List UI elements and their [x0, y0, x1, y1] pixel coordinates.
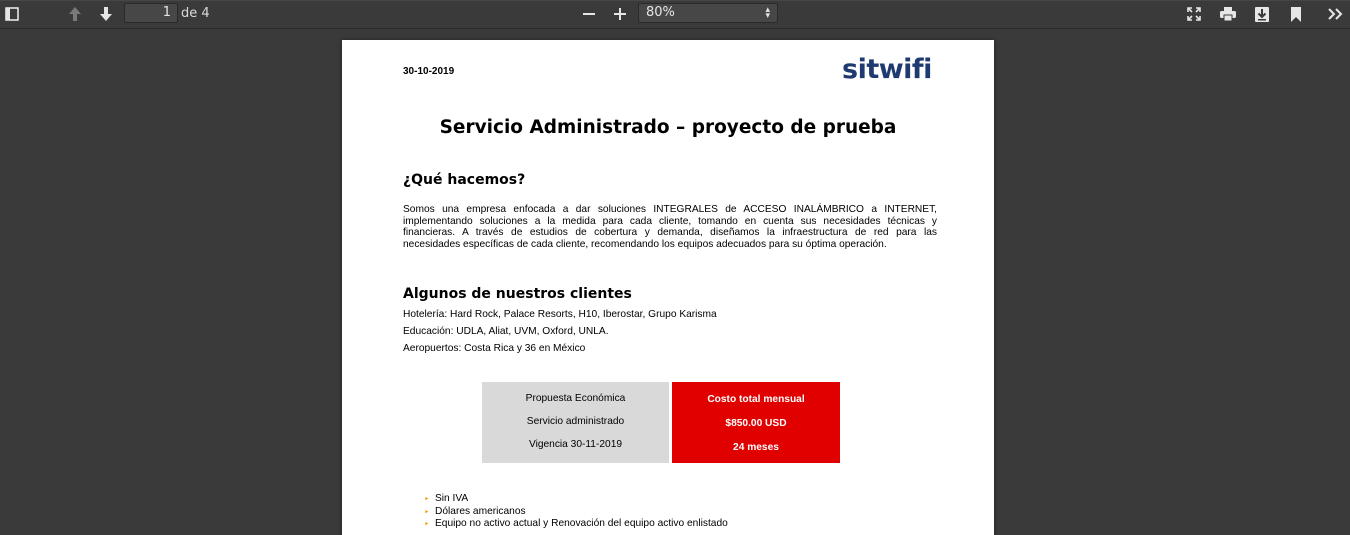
list-item-text: Dólares americanos	[435, 505, 526, 517]
list-item: ‣ Dólares americanos	[424, 506, 728, 519]
sidebar-toggle-icon	[5, 7, 19, 21]
chevron-updown-icon: ▴ ▾	[765, 5, 770, 21]
paragraph-line: Somos una empresa enfocada a dar solucio…	[403, 204, 937, 215]
cost-term: 24 meses	[733, 442, 779, 453]
bullet-arrow-icon: ‣	[424, 506, 430, 517]
download-icon	[1255, 6, 1269, 22]
tools-button[interactable]	[1324, 3, 1348, 25]
print-button[interactable]	[1216, 3, 1240, 25]
clients-hoteleria: Hotelería: Hard Rock, Palace Resorts, H1…	[403, 309, 717, 320]
zoom-in-button[interactable]	[608, 3, 632, 25]
previous-page-icon	[67, 6, 83, 22]
bullet-arrow-icon: ‣	[424, 519, 430, 529]
proposal-box: Propuesta Económica Servicio administrad…	[482, 382, 669, 463]
pdf-page: 30-10-2019 sitwifi Servicio Administrado…	[342, 40, 994, 535]
download-button[interactable]	[1250, 3, 1274, 25]
list-item-text: Sin IVA	[435, 493, 469, 504]
page-number-input[interactable]: 1	[124, 3, 178, 23]
zoom-out-icon	[583, 8, 595, 20]
section-paragraph-what-we-do: Somos una empresa enfocada a dar solucio…	[403, 204, 937, 250]
zoom-select[interactable]: 80% ▴ ▾	[638, 3, 778, 23]
document-date: 30-10-2019	[403, 66, 455, 77]
bullet-arrow-icon: ‣	[424, 494, 430, 504]
paragraph-line: necesidades específicas de cada cliente,…	[403, 238, 887, 250]
print-icon	[1220, 7, 1236, 21]
zoom-in-icon	[614, 8, 626, 20]
proposal-service: Servicio administrado	[526, 416, 625, 427]
clients-aeropuertos: Aeropuertos: Costa Rica y 36 en México	[403, 343, 586, 354]
document-title: Servicio Administrado – proyecto de prue…	[439, 117, 897, 138]
notes-list: ‣ Sin IVA ‣ Dólares americanos ‣ Equipo …	[424, 493, 728, 531]
zoom-value: 80%	[646, 5, 675, 20]
zoom-out-button[interactable]	[577, 3, 601, 25]
proposal-title: Propuesta Económica	[525, 393, 626, 404]
cost-label: Costo total mensual	[707, 394, 805, 405]
section-heading-what-we-do: ¿Qué hacemos?	[403, 172, 526, 188]
company-logo: sitwifi	[842, 54, 932, 85]
next-page-icon	[98, 6, 114, 22]
previous-page-button[interactable]	[63, 3, 87, 25]
tools-icon	[1328, 8, 1344, 20]
sidebar-toggle-button[interactable]	[0, 3, 24, 25]
paragraph-line: financieras. A través de estudios de cob…	[403, 227, 937, 238]
cost-amount: $850.00 USD	[725, 418, 787, 429]
cost-box: Costo total mensual $850.00 USD 24 meses	[672, 382, 840, 463]
clients-educacion: Educación: UDLA, Aliat, UVM, Oxford, UNL…	[403, 326, 609, 337]
next-page-button[interactable]	[94, 3, 118, 25]
paragraph-line: implementando soluciones a la medida par…	[403, 215, 937, 227]
list-item: ‣ Equipo no activo actual y Renovación d…	[424, 518, 728, 531]
proposal-validity: Vigencia 30-11-2019	[528, 439, 623, 450]
page-count-label: de 4	[181, 6, 210, 21]
viewer-toolbar: 1 de 4 80% ▴ ▾	[0, 0, 1350, 29]
section-heading-clients: Algunos de nuestros clientes	[403, 286, 632, 302]
presentation-mode-icon	[1187, 7, 1201, 21]
list-item-text: Equipo no activo actual y Renovación del…	[435, 518, 728, 529]
bookmark-button[interactable]	[1284, 3, 1308, 25]
bookmark-icon	[1291, 6, 1301, 22]
list-item: ‣ Sin IVA	[424, 493, 728, 506]
presentation-mode-button[interactable]	[1182, 3, 1206, 25]
